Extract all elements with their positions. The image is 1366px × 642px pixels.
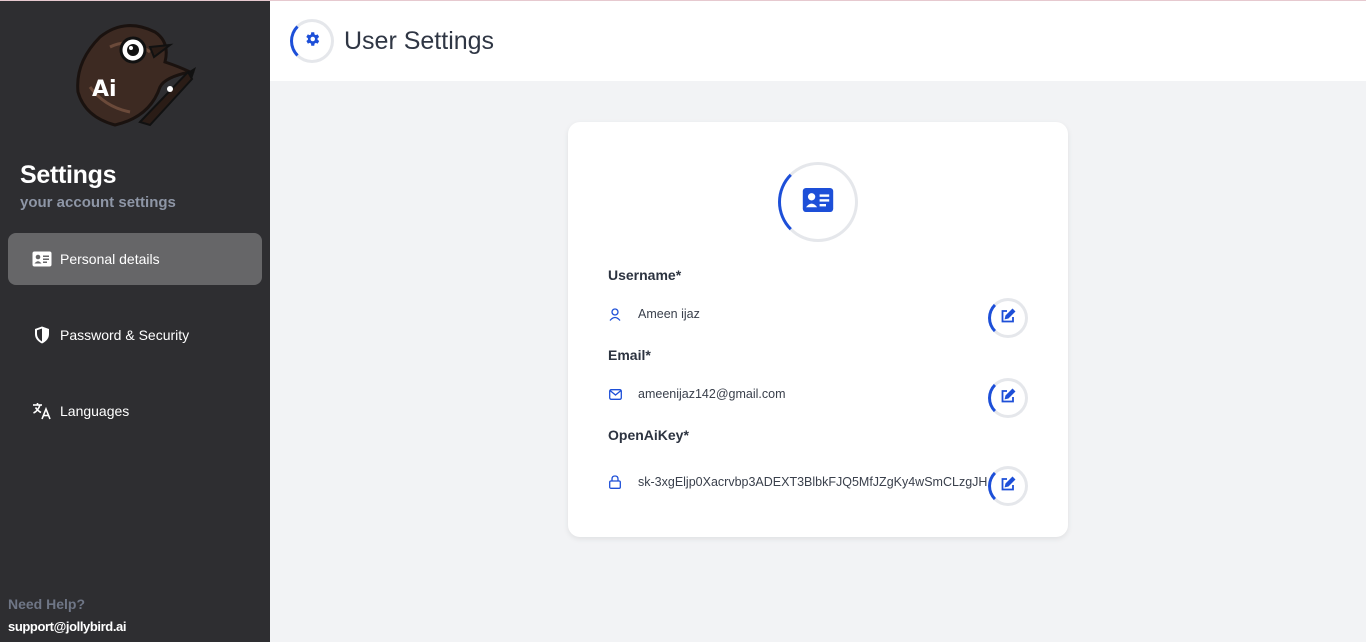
username-label: Username* (608, 267, 682, 283)
logo-text: Ai (92, 77, 117, 102)
header-icon-ring (290, 19, 334, 63)
edit-openai-key-button[interactable] (988, 466, 1028, 506)
need-help-label: Need Help? (8, 596, 86, 612)
id-card-icon (32, 249, 52, 269)
lock-icon (608, 475, 622, 489)
edit-email-button[interactable] (988, 378, 1028, 418)
sidebar-item-personal-details[interactable]: Personal details (8, 233, 262, 285)
page-header: User Settings (270, 1, 1366, 81)
username-field: Ameen ijaz (608, 294, 1028, 334)
edit-icon (1000, 476, 1016, 497)
sidebar-item-label: Password & Security (60, 327, 190, 343)
sidebar-title: Settings (20, 161, 117, 189)
support-email-link[interactable]: support@jollybird.ai (8, 619, 126, 634)
sidebar-item-password-security[interactable]: Password & Security (8, 309, 262, 361)
username-value: Ameen ijaz (638, 307, 700, 321)
sidebar-item-languages[interactable]: Languages (8, 385, 262, 437)
openai-key-label: OpenAiKey* (608, 427, 689, 443)
gear-icon (303, 30, 321, 53)
email-field: ameenijaz142@gmail.com (608, 374, 1028, 414)
app-root: Ai Settings your account settings Person… (0, 0, 1366, 642)
card-icon-ring (778, 162, 858, 242)
user-icon (608, 307, 622, 321)
jollybird-logo: Ai (70, 17, 200, 132)
personal-details-card: Username* Ameen ijaz Email* ameenijaz142… (568, 122, 1068, 537)
page-title: User Settings (344, 26, 495, 55)
edit-icon (1000, 308, 1016, 329)
sidebar-item-label: Languages (60, 403, 130, 419)
sidebar-subtitle: your account settings (20, 194, 176, 211)
edit-icon (1000, 388, 1016, 409)
edit-username-button[interactable] (988, 298, 1028, 338)
shield-icon (32, 325, 52, 345)
email-label: Email* (608, 347, 651, 363)
sidebar: Ai Settings your account settings Person… (0, 1, 270, 642)
mail-icon (608, 387, 622, 401)
email-value: ameenijaz142@gmail.com (638, 387, 786, 401)
id-card-icon (802, 187, 834, 218)
openai-key-field: sk-3xgEljp0Xacrvbp3ADEXT3BlbkFJQ5MfJZgKy… (608, 462, 1028, 502)
translate-icon (32, 401, 52, 421)
openai-key-value: sk-3xgEljp0Xacrvbp3ADEXT3BlbkFJQ5MfJZgKy… (638, 475, 988, 489)
sidebar-item-label: Personal details (60, 251, 160, 267)
